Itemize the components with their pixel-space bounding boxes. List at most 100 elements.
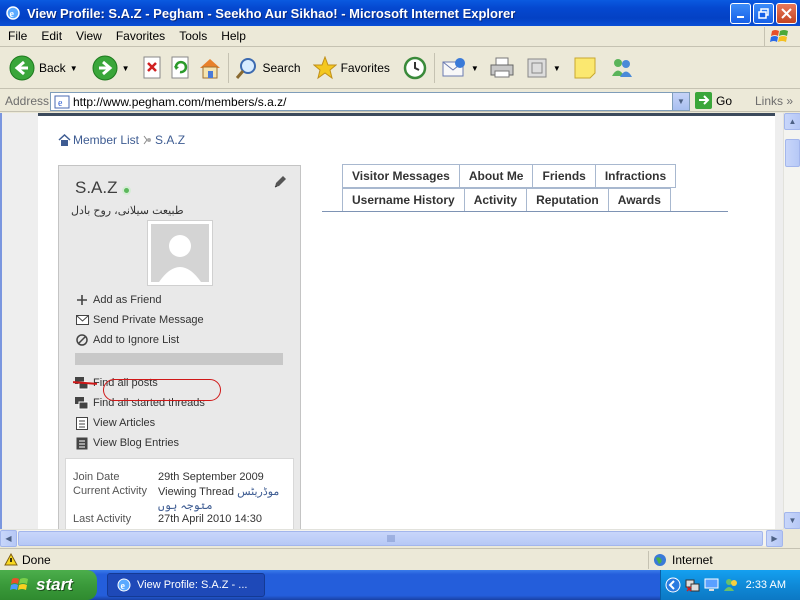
zone-label: Internet <box>672 553 713 567</box>
menu-favorites[interactable]: Favorites <box>109 29 172 43</box>
tray-expand-icon[interactable] <box>665 577 681 593</box>
tab-awards[interactable]: Awards <box>607 188 671 212</box>
menu-tools[interactable]: Tools <box>172 29 214 43</box>
horizontal-scroll-thumb[interactable] <box>18 531 763 546</box>
close-icon <box>781 8 792 19</box>
home-button[interactable] <box>195 50 225 86</box>
print-button[interactable] <box>486 50 518 86</box>
favorites-button[interactable]: Favorites <box>310 50 393 86</box>
edit-dropdown-icon[interactable]: ▼ <box>553 64 561 73</box>
add-friend-label: Add as Friend <box>93 294 162 306</box>
tab-username-history[interactable]: Username History <box>342 188 465 212</box>
current-activity-value: Viewing Thread موڈریٹس <box>158 485 279 498</box>
ie-logo-icon: e <box>117 578 131 592</box>
edit-page-button[interactable]: ▼ <box>522 50 564 86</box>
send-pm-link[interactable]: Send Private Message <box>75 310 289 330</box>
edit-profile-button[interactable] <box>272 174 288 193</box>
mail-icon <box>442 58 465 77</box>
address-label: Address <box>5 93 50 108</box>
breadcrumb-member-list[interactable]: Member List <box>73 133 139 147</box>
forward-dropdown-icon[interactable]: ▼ <box>122 64 130 73</box>
history-icon <box>403 56 427 80</box>
menu-file[interactable]: File <box>0 29 34 43</box>
annotation-circle <box>103 379 221 401</box>
stop-button[interactable] <box>139 50 167 86</box>
view-blog-link[interactable]: View Blog Entries <box>75 433 289 453</box>
view-articles-link[interactable]: View Articles <box>75 413 289 433</box>
refresh-button[interactable] <box>167 50 195 86</box>
tab-activity[interactable]: Activity <box>463 188 528 212</box>
home-icon <box>199 59 220 79</box>
forward-button[interactable]: ▼ <box>89 50 133 86</box>
go-button[interactable]: Go <box>695 92 732 109</box>
tab-about-me[interactable]: About Me <box>458 164 534 188</box>
last-activity-value: 27th April 2010 14:30 <box>158 513 262 525</box>
activity-thread-link[interactable]: موڈریٹس <box>237 486 279 498</box>
minimize-icon <box>736 15 744 18</box>
close-button[interactable] <box>776 3 797 24</box>
profile-avatar <box>147 220 213 286</box>
window-titlebar[interactable]: e View Profile: S.A.Z - Pegham - Seekho … <box>0 0 800 26</box>
start-button[interactable]: start <box>0 570 97 600</box>
address-bar: Address e http://www.pegham.com/members/… <box>0 90 800 112</box>
tab-infractions[interactable]: Infractions <box>594 164 677 188</box>
messenger-tray-icon[interactable] <box>723 577 739 593</box>
menu-view[interactable]: View <box>69 29 109 43</box>
breadcrumb: Member List S.A.Z <box>58 133 185 147</box>
favorites-star-icon <box>312 56 337 80</box>
add-friend-link[interactable]: Add as Friend <box>75 290 289 310</box>
scroll-left-icon[interactable]: ◀ <box>0 530 17 547</box>
view-blog-label: View Blog Entries <box>93 437 180 449</box>
address-dropdown-icon[interactable]: ▼ <box>672 93 689 110</box>
ie-logo-icon: e <box>6 6 20 20</box>
network-icon[interactable] <box>685 577 701 593</box>
vertical-scrollbar[interactable]: ▲ ▼ <box>783 113 800 529</box>
tab-friends[interactable]: Friends <box>532 164 596 188</box>
mail-dropdown-icon[interactable]: ▼ <box>471 64 479 73</box>
scroll-down-icon[interactable]: ▼ <box>784 512 800 529</box>
vertical-scroll-thumb[interactable] <box>785 139 800 167</box>
history-button[interactable] <box>399 50 431 86</box>
taskbar-item-ie[interactable]: e View Profile: S.A.Z - ... <box>107 573 265 597</box>
go-label: Go <box>716 93 733 108</box>
address-input[interactable]: e http://www.pegham.com/members/s.a.z/ ▼ <box>50 92 690 111</box>
activity-thread-link-2[interactable]: متوجہ ہوں <box>158 500 213 512</box>
search-button[interactable]: Search <box>232 50 304 86</box>
start-label: start <box>36 575 73 594</box>
forward-arrow-icon <box>92 55 118 81</box>
back-button[interactable]: Back ▼ <box>6 50 81 86</box>
tab-reputation[interactable]: Reputation <box>526 188 609 212</box>
join-date-label: Join Date <box>73 471 120 483</box>
printer-icon <box>490 57 514 78</box>
ignore-link[interactable]: Add to Ignore List <box>75 330 289 350</box>
status-bar: Done Internet <box>0 548 800 570</box>
scroll-up-icon[interactable]: ▲ <box>784 113 800 130</box>
notes-button[interactable] <box>570 50 600 86</box>
links-button[interactable]: Links » <box>755 94 793 108</box>
home-icon[interactable] <box>58 134 71 146</box>
address-url: http://www.pegham.com/members/s.a.z/ <box>73 94 287 109</box>
messenger-button[interactable] <box>606 50 638 86</box>
go-arrow-icon <box>695 92 712 109</box>
restore-icon <box>758 8 769 19</box>
scroll-right-icon[interactable]: ▶ <box>766 530 783 547</box>
status-text: Done <box>22 552 51 567</box>
menu-help[interactable]: Help <box>214 29 253 43</box>
minimize-button[interactable] <box>730 3 751 24</box>
monitor-icon[interactable] <box>704 577 720 593</box>
mail-button[interactable]: ▼ <box>438 50 482 86</box>
clock[interactable]: 2:33 AM <box>746 579 786 591</box>
search-label: Search <box>262 61 301 75</box>
window-title: View Profile: S.A.Z - Pegham - Seekho Au… <box>27 5 516 21</box>
menu-edit[interactable]: Edit <box>34 29 69 43</box>
tab-visitor-messages[interactable]: Visitor Messages <box>342 164 460 188</box>
maximize-button[interactable] <box>753 3 774 24</box>
back-label: Back <box>39 61 66 75</box>
grip-icon <box>387 535 394 542</box>
profile-tabs: Visitor Messages About Me Friends Infrac… <box>342 164 682 212</box>
envelope-icon <box>75 313 89 327</box>
horizontal-scrollbar[interactable]: ◀ ▶ <box>0 529 783 547</box>
profile-usertitle: طبیعت سیلانی، روح بادل <box>71 205 184 217</box>
back-dropdown-icon[interactable]: ▼ <box>70 64 78 73</box>
content-viewport: Member List S.A.Z S.A.Z طبیعت سیلانی، رو… <box>0 113 783 529</box>
